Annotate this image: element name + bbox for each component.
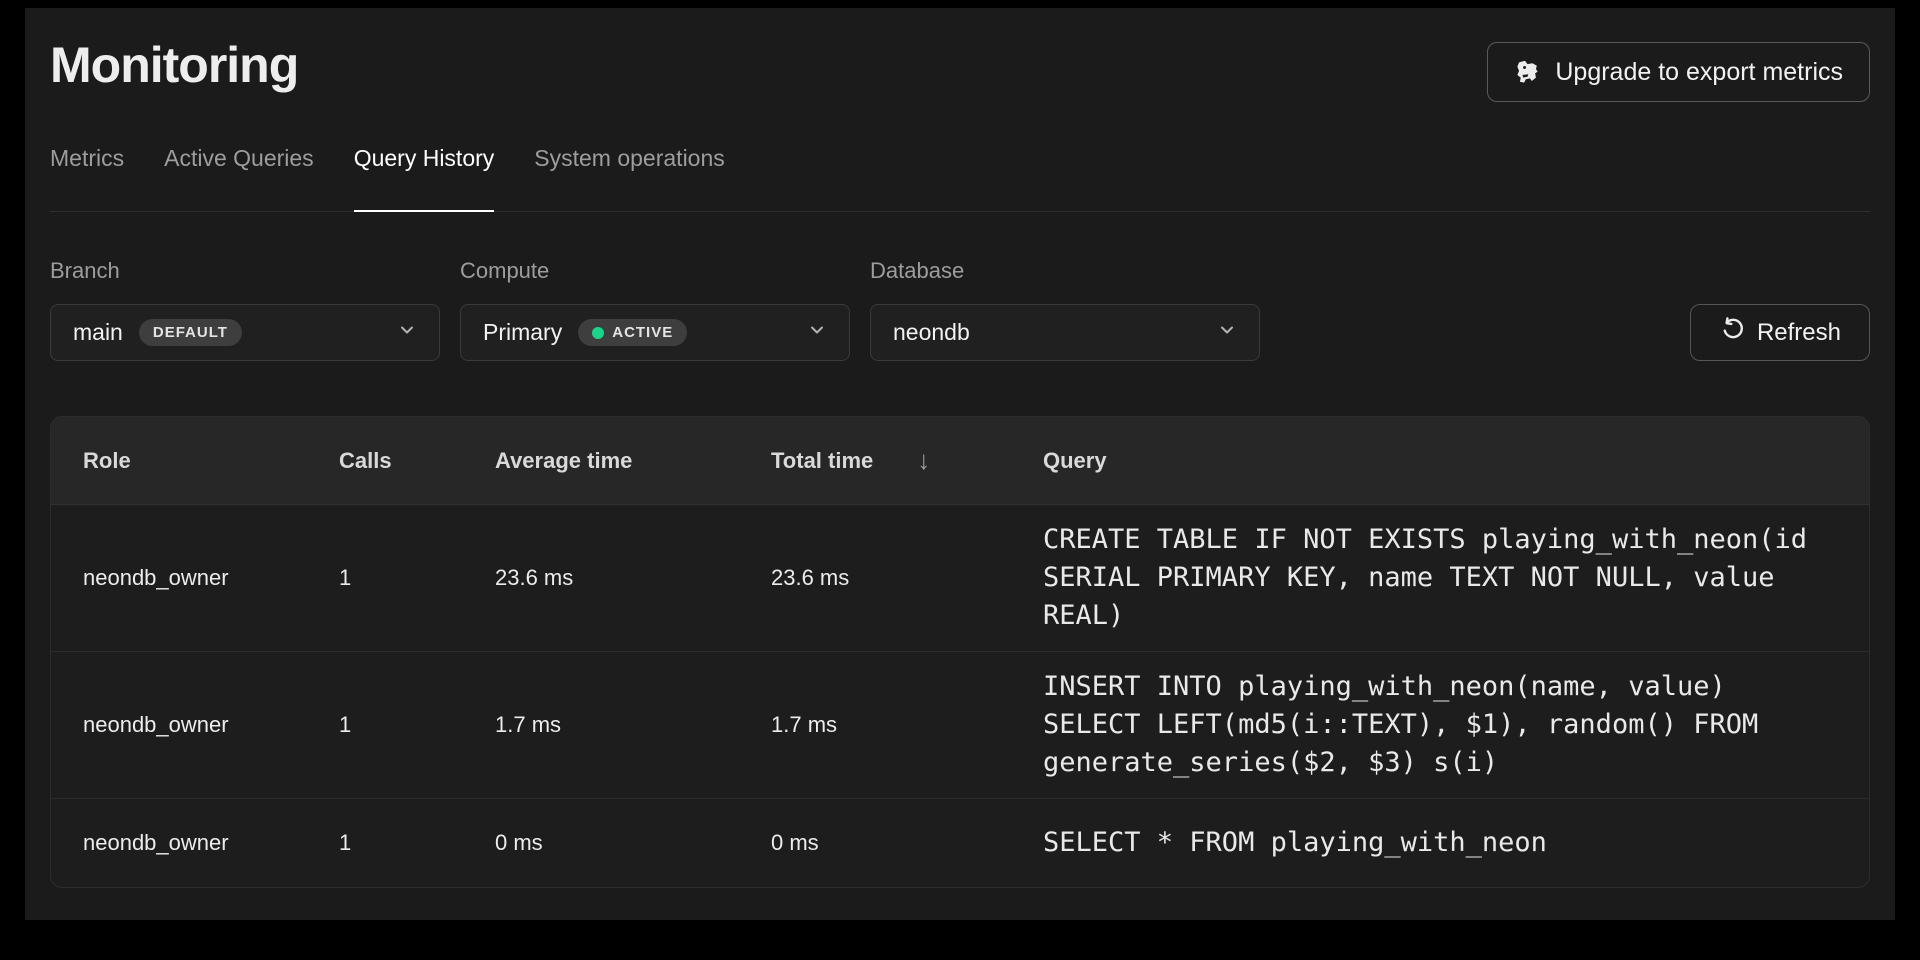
upgrade-to-export-metrics-button[interactable]: Upgrade to export metrics — [1487, 42, 1870, 102]
table-header-row: Role Calls Average time Total time ↓ Que… — [51, 417, 1869, 505]
tab-query-history[interactable]: Query History — [354, 145, 495, 212]
database-label: Database — [870, 258, 1260, 284]
column-header-role[interactable]: Role — [83, 448, 339, 474]
monitoring-page: Monitoring Upgrade to export metrics Met… — [25, 8, 1895, 920]
compute-value: Primary — [483, 319, 562, 346]
cell-query-sql: SELECT * FROM playing_with_neon — [1043, 824, 1833, 862]
datadog-dog-icon — [1514, 59, 1541, 86]
cell-average-time: 23.6 ms — [495, 565, 771, 591]
cell-calls: 1 — [339, 565, 495, 591]
branch-filter: Branch main DEFAULT — [50, 258, 440, 361]
table-row: neondb_owner 1 1.7 ms 1.7 ms INSERT INTO… — [51, 652, 1869, 799]
table-row: neondb_owner 1 23.6 ms 23.6 ms CREATE TA… — [51, 505, 1869, 652]
tab-system-operations[interactable]: System operations — [534, 145, 724, 212]
compute-filter: Compute Primary ACTIVE — [460, 258, 850, 361]
chevron-down-icon — [807, 320, 827, 345]
cell-query-sql: CREATE TABLE IF NOT EXISTS playing_with_… — [1043, 521, 1833, 635]
cell-total-time: 1.7 ms — [771, 712, 1043, 738]
total-time-label: Total time — [771, 448, 873, 474]
tab-active-queries[interactable]: Active Queries — [164, 145, 314, 212]
active-status-dot-icon — [592, 327, 604, 339]
refresh-circular-arrow-icon — [1719, 316, 1745, 349]
default-badge: DEFAULT — [139, 319, 242, 346]
chevron-down-icon — [397, 320, 417, 345]
column-header-calls[interactable]: Calls — [339, 448, 495, 474]
query-history-table: Role Calls Average time Total time ↓ Que… — [50, 416, 1870, 888]
refresh-button-label: Refresh — [1757, 319, 1841, 347]
cell-total-time: 0 ms — [771, 830, 1043, 856]
cell-total-time: 23.6 ms — [771, 565, 1043, 591]
column-header-average-time[interactable]: Average time — [495, 448, 771, 474]
table-row: neondb_owner 1 0 ms 0 ms SELECT * FROM p… — [51, 799, 1869, 887]
cell-calls: 1 — [339, 830, 495, 856]
refresh-button[interactable]: Refresh — [1690, 304, 1870, 361]
upgrade-button-label: Upgrade to export metrics — [1555, 58, 1843, 87]
database-filter: Database neondb — [870, 258, 1260, 361]
tab-metrics[interactable]: Metrics — [50, 145, 124, 212]
branch-select[interactable]: main DEFAULT — [50, 304, 440, 361]
cell-query-sql: INSERT INTO playing_with_neon(name, valu… — [1043, 668, 1833, 782]
database-value: neondb — [893, 319, 970, 346]
active-badge-label: ACTIVE — [612, 324, 673, 341]
cell-average-time: 1.7 ms — [495, 712, 771, 738]
cell-role: neondb_owner — [83, 830, 339, 856]
compute-select[interactable]: Primary ACTIVE — [460, 304, 850, 361]
cell-average-time: 0 ms — [495, 830, 771, 856]
chevron-down-icon — [1217, 320, 1237, 345]
database-select[interactable]: neondb — [870, 304, 1260, 361]
column-header-query[interactable]: Query — [1043, 448, 1837, 474]
monitoring-tabs: Metrics Active Queries Query History Sys… — [50, 145, 1870, 212]
branch-label: Branch — [50, 258, 440, 284]
compute-label: Compute — [460, 258, 850, 284]
column-header-total-time[interactable]: Total time ↓ — [771, 445, 1043, 476]
active-status-badge: ACTIVE — [578, 319, 687, 346]
cell-calls: 1 — [339, 712, 495, 738]
filter-bar: Branch main DEFAULT Compute Primary ACTI… — [50, 258, 1870, 361]
cell-role: neondb_owner — [83, 565, 339, 591]
cell-role: neondb_owner — [83, 712, 339, 738]
sort-descending-arrow-icon[interactable]: ↓ — [917, 445, 930, 476]
branch-value: main — [73, 319, 123, 346]
